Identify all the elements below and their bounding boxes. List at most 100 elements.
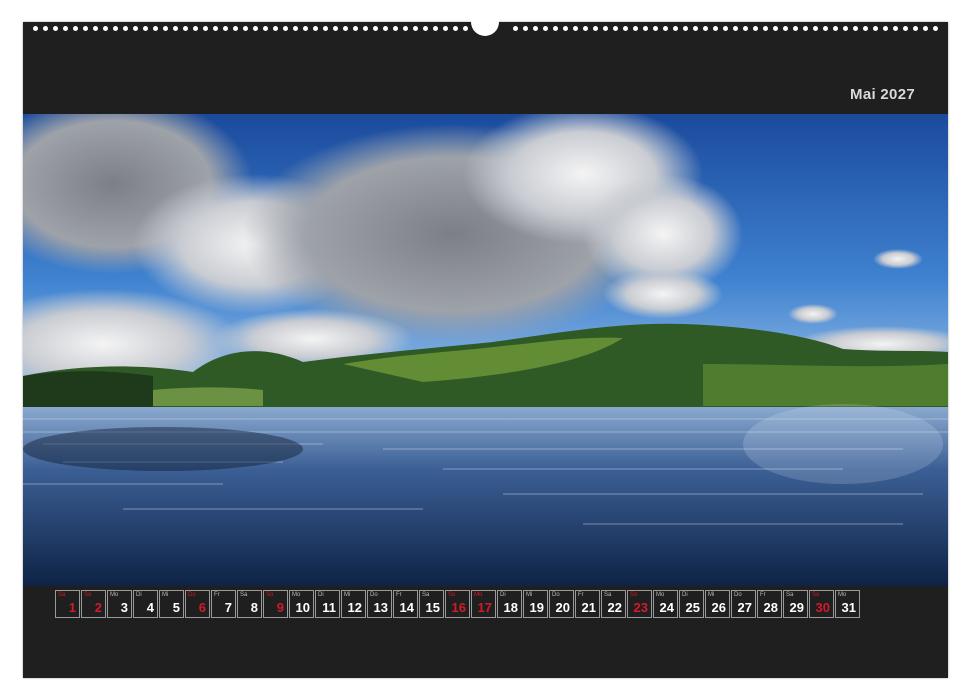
weekday-label: Di xyxy=(500,592,506,598)
binding-hole xyxy=(683,26,688,31)
binding-hole xyxy=(153,26,158,31)
day-cell: Fr 7 xyxy=(211,590,236,618)
weekday-label: So xyxy=(266,592,274,598)
binding-hole xyxy=(813,26,818,31)
day-number: 26 xyxy=(711,600,726,615)
binding-hole xyxy=(133,26,138,31)
binding-hole xyxy=(723,26,728,31)
binding-hole xyxy=(303,26,308,31)
binding-hole xyxy=(203,26,208,31)
day-cell: Do 27 xyxy=(731,590,756,618)
weekday-label: Mi xyxy=(526,592,533,598)
binding-hole xyxy=(913,26,918,31)
day-number: 3 xyxy=(120,600,128,615)
weekday-label: Fr xyxy=(214,592,220,598)
day-number: 25 xyxy=(685,600,700,615)
binding-hole xyxy=(773,26,778,31)
binding-hole xyxy=(603,26,608,31)
binding-hole xyxy=(63,26,68,31)
binding-hole xyxy=(853,26,858,31)
binding-hole xyxy=(623,26,628,31)
binding-hole xyxy=(753,26,758,31)
binding-hole xyxy=(383,26,388,31)
weekday-label: Mo xyxy=(110,592,119,598)
day-number: 6 xyxy=(198,600,206,615)
day-number: 11 xyxy=(322,600,336,615)
day-cell: Mo 3 xyxy=(107,590,132,618)
binding-hole xyxy=(273,26,278,31)
binding-hole xyxy=(433,26,438,31)
day-cell: Mo 24 xyxy=(653,590,678,618)
day-number: 22 xyxy=(607,600,622,615)
weekday-label: Mo xyxy=(474,592,483,598)
binding-hole xyxy=(613,26,618,31)
binding-hole xyxy=(353,26,358,31)
weekday-label: So xyxy=(448,592,456,598)
binding-hole xyxy=(143,26,148,31)
day-cell: So 9 xyxy=(263,590,288,618)
binding-hole xyxy=(563,26,568,31)
day-number: 29 xyxy=(789,600,804,615)
day-number: 9 xyxy=(276,600,284,615)
binding-hole xyxy=(313,26,318,31)
day-number: 27 xyxy=(737,600,752,615)
weekday-label: Di xyxy=(318,592,324,598)
binding-hole xyxy=(733,26,738,31)
binding-hole xyxy=(883,26,888,31)
day-number: 5 xyxy=(172,600,180,615)
binding-hole xyxy=(453,26,458,31)
day-number: 1 xyxy=(68,600,76,615)
day-cell: So 2 xyxy=(81,590,106,618)
binding-hole xyxy=(553,26,558,31)
day-number: 4 xyxy=(146,600,154,615)
binding-hole xyxy=(843,26,848,31)
weekday-label: Sa xyxy=(58,592,66,598)
day-cell: So 16 xyxy=(445,590,470,618)
weekday-label: Sa xyxy=(240,592,248,598)
day-cell: Di 18 xyxy=(497,590,522,618)
day-number: 28 xyxy=(763,600,778,615)
binding-hole xyxy=(893,26,898,31)
binding-hole xyxy=(113,26,118,31)
binding-hole xyxy=(933,26,938,31)
day-cell: Fr 14 xyxy=(393,590,418,618)
day-number: 20 xyxy=(555,600,570,615)
weekday-label: Fr xyxy=(396,592,402,598)
day-cell: Di 11 xyxy=(315,590,340,618)
binding-hole xyxy=(243,26,248,31)
hanger-hole xyxy=(471,16,499,36)
binding-hole xyxy=(513,26,518,31)
day-number: 7 xyxy=(224,600,232,615)
landscape-photo xyxy=(23,114,948,586)
binding-hole xyxy=(423,26,428,31)
month-title: Mai 2027 xyxy=(850,86,915,103)
day-number: 17 xyxy=(477,600,492,615)
day-cell: Mi 5 xyxy=(159,590,184,618)
day-cell: So 23 xyxy=(627,590,652,618)
day-cell: Fr 21 xyxy=(575,590,600,618)
binding-hole xyxy=(443,26,448,31)
day-number: 18 xyxy=(503,600,518,615)
binding-hole xyxy=(413,26,418,31)
binding-hole xyxy=(213,26,218,31)
binding-hole xyxy=(33,26,38,31)
binding-hole xyxy=(583,26,588,31)
binding-hole xyxy=(713,26,718,31)
day-cell: Sa 22 xyxy=(601,590,626,618)
binding-hole xyxy=(83,26,88,31)
calendar-page: Mai 2027 Sa 1 So 2 Mo 3 Di 4 Mi 5 Do 6 F… xyxy=(23,16,948,678)
binding-hole xyxy=(183,26,188,31)
binding-hole xyxy=(863,26,868,31)
day-strip: Sa 1 So 2 Mo 3 Di 4 Mi 5 Do 6 Fr 7 Sa 8 So 9 Mo 10 Di 11 Mi 12 D… xyxy=(55,590,861,622)
binding-hole xyxy=(93,26,98,31)
binding-hole xyxy=(663,26,668,31)
binding-hole xyxy=(53,26,58,31)
binding-hole xyxy=(763,26,768,31)
day-cell: Di 4 xyxy=(133,590,158,618)
binding-hole xyxy=(783,26,788,31)
binding-hole xyxy=(403,26,408,31)
weekday-label: So xyxy=(630,592,638,598)
day-number: 31 xyxy=(841,600,856,615)
day-cell: Mo 31 xyxy=(835,590,860,618)
day-cell: Do 20 xyxy=(549,590,574,618)
